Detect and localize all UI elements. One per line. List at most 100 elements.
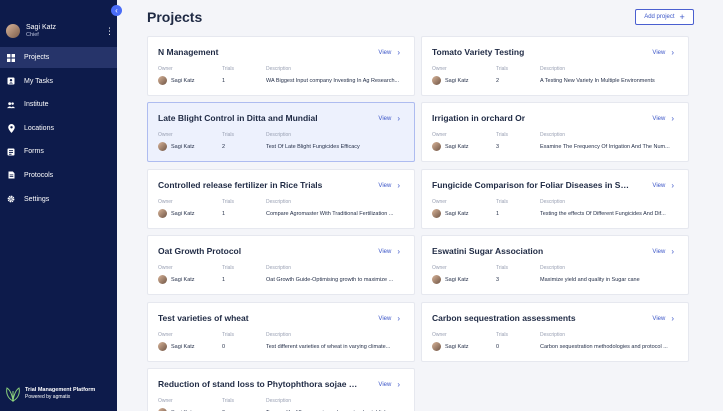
avatar <box>6 24 20 38</box>
trials-label: Trials <box>496 199 509 205</box>
view-link[interactable]: View › <box>378 315 400 323</box>
view-link[interactable]: View › <box>652 115 674 123</box>
owner-name: Sagi Katz <box>445 343 469 350</box>
owner-label: Owner <box>158 332 173 338</box>
sidebar-item-locations[interactable]: Locations <box>0 118 117 139</box>
gear-icon <box>7 195 15 203</box>
form-icon <box>7 148 15 156</box>
trials-label: Trials <box>496 332 509 338</box>
user-name: Sagi Katz <box>26 23 56 31</box>
leaf-logo-icon <box>5 386 21 402</box>
project-card[interactable]: Reduction of stand loss to Phytophthora … <box>147 368 415 411</box>
project-card[interactable]: Carbon sequestration assessments View › Own… <box>421 302 689 362</box>
owner-name: Sagi Katz <box>445 210 469 217</box>
trials-count: 2 <box>496 78 500 84</box>
project-card[interactable]: Tomato Variety Testing View › Owner Trials De… <box>421 36 689 96</box>
view-link[interactable]: View › <box>652 182 674 190</box>
view-link[interactable]: View › <box>378 248 400 256</box>
trials-count: 0 <box>496 344 500 350</box>
project-card[interactable]: Irrigation in orchard Or View › Owner Trials… <box>421 102 689 162</box>
view-link[interactable]: View › <box>652 49 674 57</box>
avatar <box>158 209 167 218</box>
plus-icon: + <box>679 11 685 22</box>
user-profile[interactable]: Sagi Katz Chief ⋮ <box>6 22 114 40</box>
sidebar-item-label: Protocols <box>24 171 54 179</box>
view-label: View <box>378 316 392 322</box>
grid-icon <box>7 53 15 62</box>
sidebar-item-my-tasks[interactable]: My Tasks <box>0 71 117 92</box>
trials-label: Trials <box>222 199 235 205</box>
project-description: WA Biggest Input company Investing In Ag… <box>266 78 400 84</box>
avatar <box>158 76 167 85</box>
project-card[interactable]: Eswatini Sugar Association View › Owner Tria… <box>421 235 689 295</box>
add-project-button[interactable]: Add project + <box>635 9 694 25</box>
chevron-right-icon: › <box>397 48 400 57</box>
view-link[interactable]: View › <box>652 248 674 256</box>
sidebar-item-label: Settings <box>24 195 50 203</box>
owner-name: Sagi Katz <box>171 77 195 84</box>
sidebar-item-label: Institute <box>24 101 49 109</box>
avatar <box>158 342 167 351</box>
view-label: View <box>378 116 392 122</box>
project-description: Examine The Frequency Of Irrigation And … <box>540 144 670 150</box>
avatar <box>432 209 441 218</box>
view-link[interactable]: View › <box>378 381 400 389</box>
view-link[interactable]: View › <box>378 115 400 123</box>
map-pin-icon <box>7 123 15 133</box>
trials-label: Trials <box>496 66 509 72</box>
project-title: Oat Growth Protocol <box>158 246 242 256</box>
project-card[interactable]: N Management View › Owner Trials Description S… <box>147 36 415 96</box>
sidebar-item-protocols[interactable]: Protocols <box>0 165 117 186</box>
project-card[interactable]: Late Blight Control in Ditta and Mundial… <box>147 102 415 162</box>
project-description: Testing the effects Of Different Fungici… <box>540 211 666 217</box>
project-card[interactable]: Fungicide Comparison for Foliar Diseases… <box>421 169 689 229</box>
project-title: Irrigation in orchard Or <box>432 113 526 123</box>
chevron-right-icon: › <box>671 181 674 190</box>
project-description: Oat Growth Guide-Optimising growth to ma… <box>266 277 394 283</box>
owner-label: Owner <box>432 66 447 72</box>
trials-label: Trials <box>222 398 235 404</box>
chevron-right-icon: › <box>397 181 400 190</box>
sidebar-item-label: Locations <box>24 124 54 132</box>
sidebar-item-projects[interactable]: Projects <box>0 47 117 68</box>
chevron-left-icon[interactable]: ‹ <box>111 5 122 16</box>
description-label: Description <box>266 265 292 271</box>
avatar <box>432 342 441 351</box>
description-label: Description <box>540 66 566 72</box>
view-link[interactable]: View › <box>378 49 400 57</box>
project-description: Maximize yield and quality in Sugar cane <box>540 277 640 283</box>
project-card[interactable]: Controlled release fertilizer in Rice Tr… <box>147 169 415 229</box>
project-description: Test Of Late Blight Fungicides Efficacy <box>266 144 360 150</box>
description-label: Description <box>540 132 566 138</box>
view-label: View <box>652 183 666 189</box>
trials-count: 1 <box>222 211 226 217</box>
chevron-right-icon: › <box>397 314 400 323</box>
view-link[interactable]: View › <box>378 182 400 190</box>
owner-label: Owner <box>158 66 173 72</box>
owner-name: Sagi Katz <box>171 210 195 217</box>
sidebar-item-forms[interactable]: Forms <box>0 141 117 162</box>
owner-name: Sagi Katz <box>171 343 195 350</box>
trials-count: 2 <box>222 144 226 150</box>
avatar <box>158 142 167 151</box>
sidebar: Sagi Katz Chief ⋮ Projects My Tasks Inst… <box>0 0 117 411</box>
sidebar-item-settings[interactable]: Settings <box>0 189 117 210</box>
project-title: Late Blight Control in Ditta and Mundial <box>158 113 318 123</box>
view-link[interactable]: View › <box>652 315 674 323</box>
sidebar-item-label: My Tasks <box>24 77 54 85</box>
more-options-icon[interactable]: ⋮ <box>105 26 114 37</box>
trials-count: 1 <box>496 211 500 217</box>
owner-label: Owner <box>432 132 447 138</box>
view-label: View <box>652 116 666 122</box>
brand: Trial Management Platform Powered by agm… <box>5 386 95 402</box>
avatar <box>432 275 441 284</box>
document-icon <box>7 171 15 179</box>
trials-label: Trials <box>222 132 235 138</box>
project-card[interactable]: Test varieties of wheat View › Owner Trials D… <box>147 302 415 362</box>
project-card[interactable]: Oat Growth Protocol View › Owner Trials Descr… <box>147 235 415 295</box>
project-title: Reduction of stand loss to Phytophthora … <box>158 379 358 389</box>
brand-subtitle: Powered by agmatix <box>25 394 71 400</box>
owner-label: Owner <box>432 199 447 205</box>
sidebar-nav: Projects My Tasks Institute Locations Fo… <box>0 47 117 212</box>
sidebar-item-institute[interactable]: Institute <box>0 94 117 115</box>
